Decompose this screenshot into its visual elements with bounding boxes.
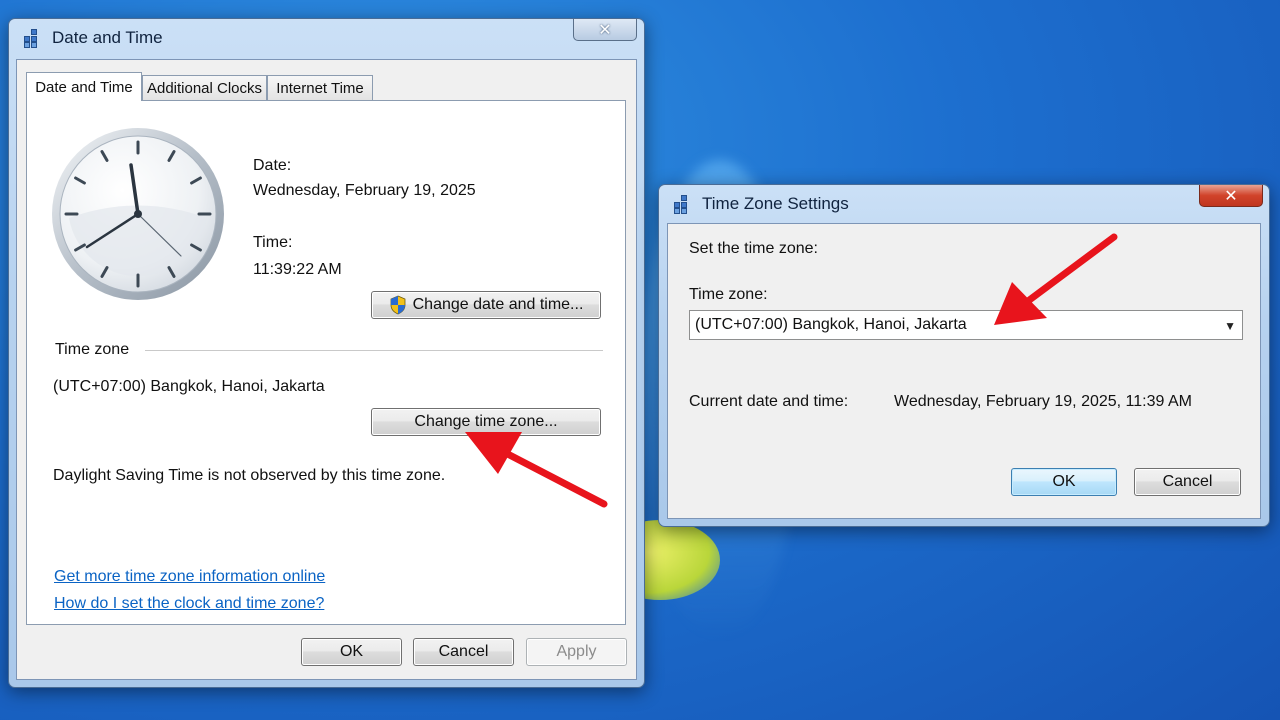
apply-button[interactable]: Apply	[526, 638, 627, 666]
close-button[interactable]: ✕	[1199, 185, 1263, 207]
ok-button[interactable]: OK	[301, 638, 402, 666]
change-date-and-time-button[interactable]: Change date and time...	[371, 291, 601, 319]
time-zone-group-label: Time zone	[55, 341, 136, 359]
tab-panel: Date: Wednesday, February 19, 2025 Time:…	[26, 100, 626, 625]
time-zone-settings-window: Time Zone Settings ✕ Set the time zone: …	[658, 184, 1270, 527]
close-button[interactable]: ✕	[573, 19, 637, 41]
control-panel-icon	[23, 28, 43, 48]
close-icon: ✕	[598, 20, 612, 39]
tab-date-and-time[interactable]: Date and Time	[26, 72, 142, 101]
tab-internet-time[interactable]: Internet Time	[267, 75, 373, 101]
date-and-time-window: Date and Time ✕ Date and Time Additional…	[8, 18, 645, 688]
window-titlebar[interactable]: Time Zone Settings	[659, 185, 1269, 223]
current-date-time-value: Wednesday, February 19, 2025, 11:39 AM	[894, 393, 1192, 410]
time-label: Time:	[253, 234, 293, 251]
dialog-body: Date and Time Additional Clocks Internet…	[16, 59, 637, 680]
set-time-zone-prompt: Set the time zone:	[689, 240, 818, 257]
time-value: 11:39:22 AM	[253, 261, 342, 278]
analog-clock-icon	[52, 128, 224, 300]
tab-additional-clocks[interactable]: Additional Clocks	[142, 75, 267, 101]
window-title: Time Zone Settings	[702, 194, 849, 213]
change-time-zone-button[interactable]: Change time zone...	[371, 408, 601, 436]
time-zone-info-link[interactable]: Get more time zone information online	[54, 568, 325, 586]
control-panel-icon	[673, 194, 693, 214]
dst-note: Daylight Saving Time is not observed by …	[53, 467, 446, 484]
window-title: Date and Time	[52, 28, 163, 47]
cancel-button[interactable]: Cancel	[413, 638, 514, 666]
clock-help-link[interactable]: How do I set the clock and time zone?	[54, 595, 324, 613]
date-label: Date:	[253, 157, 292, 174]
time-zone-label: Time zone:	[689, 286, 768, 303]
date-value: Wednesday, February 19, 2025	[253, 182, 476, 199]
time-zone-dropdown-value: (UTC+07:00) Bangkok, Hanoi, Jakarta	[695, 316, 967, 333]
dialog-body: Set the time zone: Time zone: (UTC+07:00…	[667, 223, 1261, 519]
close-icon: ✕	[1224, 186, 1238, 205]
ok-button[interactable]: OK	[1011, 468, 1117, 496]
time-zone-group-divider	[145, 350, 603, 351]
cancel-button[interactable]: Cancel	[1134, 468, 1241, 496]
uac-shield-icon	[390, 295, 406, 315]
time-zone-value: (UTC+07:00) Bangkok, Hanoi, Jakarta	[53, 378, 325, 395]
window-titlebar[interactable]: Date and Time	[9, 19, 644, 57]
current-date-time-label: Current date and time:	[689, 393, 849, 410]
chevron-down-icon: ▼	[1224, 319, 1236, 333]
change-date-and-time-label: Change date and time...	[412, 296, 584, 313]
time-zone-dropdown[interactable]: (UTC+07:00) Bangkok, Hanoi, Jakarta ▼	[689, 310, 1243, 340]
